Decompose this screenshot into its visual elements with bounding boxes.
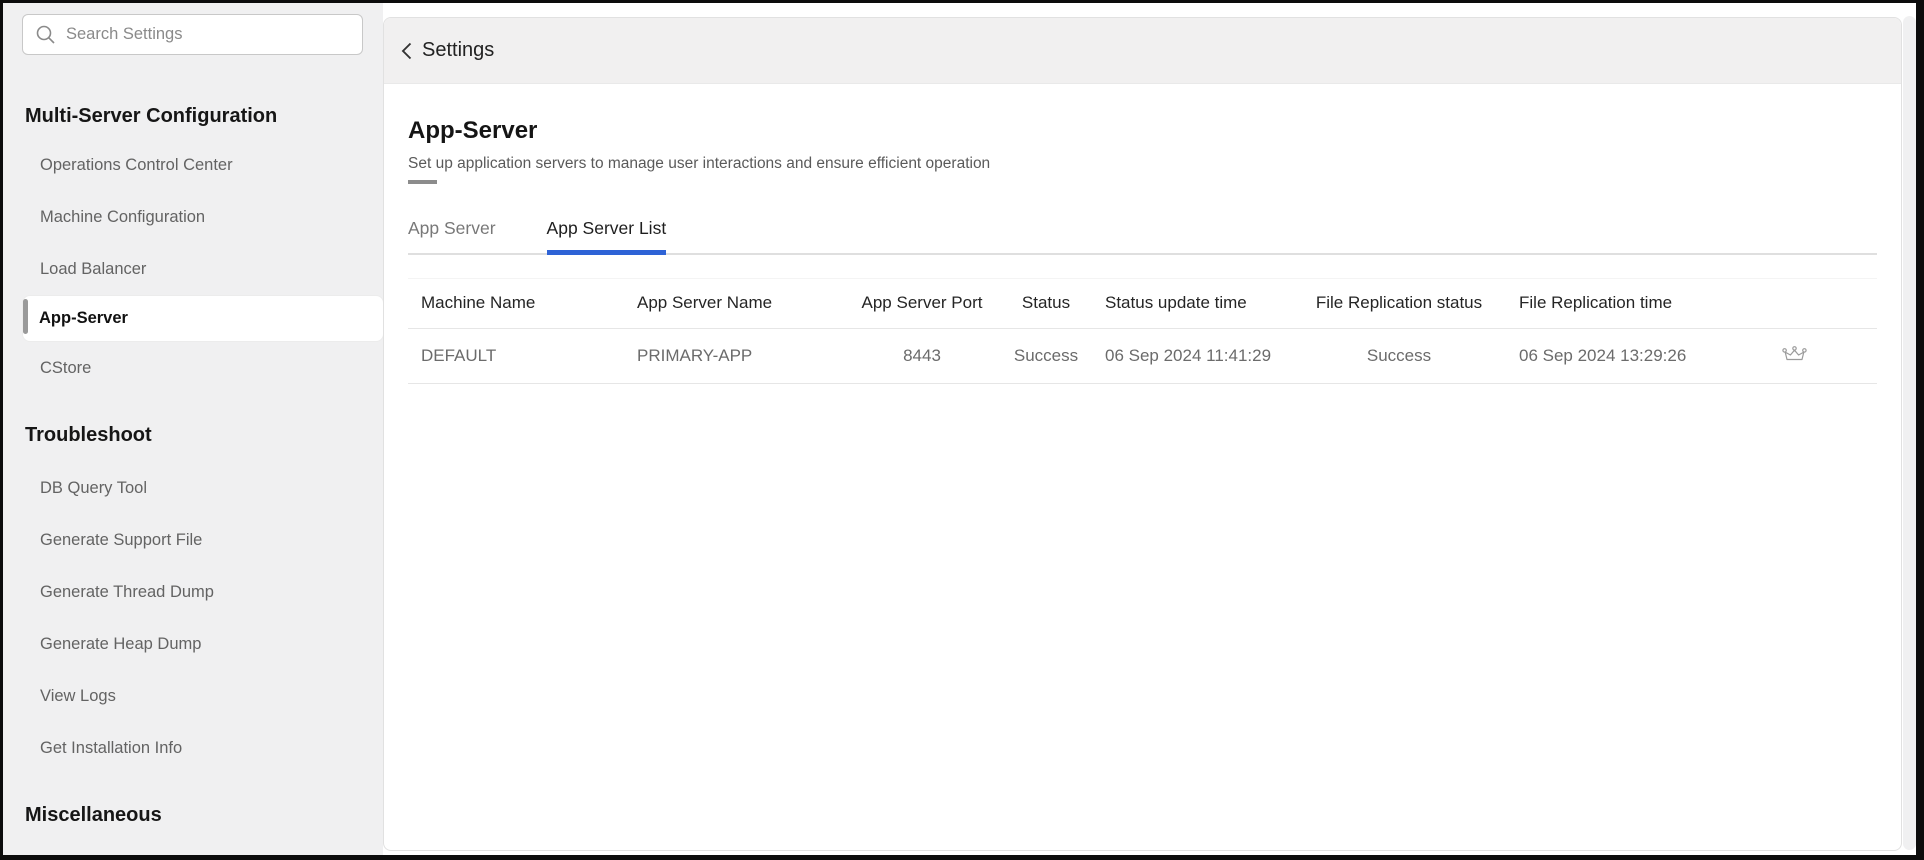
sidebar-item-generate-thread-dump[interactable]: Generate Thread Dump [3,566,383,618]
column-header-app-server-port[interactable]: App Server Port [844,277,1000,329]
cell-app-server-port: 8443 [844,328,1000,384]
sidebar-item-label: Generate Heap Dump [40,634,202,653]
column-header-primary-indicator[interactable] [1712,277,1877,329]
column-header-file-replication-time[interactable]: File Replication time [1506,277,1712,329]
sidebar-item-label: View Logs [40,686,116,705]
tab-app-server[interactable]: App Server [408,218,496,253]
back-chevron-icon [401,42,412,59]
cell-file-replication-time: 06 Sep 2024 13:29:26 [1506,328,1712,384]
sidebar-item-get-installation-info[interactable]: Get Installation Info [3,722,383,774]
search-input[interactable] [66,25,350,44]
sidebar-item-view-logs[interactable]: View Logs [3,670,383,722]
back-button-label: Settings [422,39,495,61]
sidebar-item-label: Generate Support File [40,530,203,549]
sidebar-sections: Multi-Server Configuration Operations Con… [3,103,383,828]
card-header: Settings [384,18,1901,84]
vertical-scrollbar[interactable] [1903,16,1916,850]
sidebar-item-operations-control-center[interactable]: Operations Control Center [3,139,383,191]
sidebar-item-label: Load Balancer [40,259,147,278]
sidebar-item-label: App-Server [39,309,128,327]
column-header-status[interactable]: Status [1000,277,1092,329]
search-box[interactable] [22,14,363,55]
sidebar-item-generate-heap-dump[interactable]: Generate Heap Dump [3,618,383,670]
sidebar-item-db-query-tool[interactable]: DB Query Tool [3,462,383,514]
sidebar-item-app-server[interactable]: App-Server [22,295,383,342]
cell-app-server-name: PRIMARY-APP [624,328,844,384]
back-button[interactable]: Settings [400,39,494,62]
sidebar-section-title-miscellaneous: Miscellaneous [25,804,162,826]
cell-status: Success [1000,328,1092,384]
primary-server-indicator [1781,345,1808,367]
selected-indicator-bar [23,299,28,334]
title-accent-bar [408,180,437,184]
page-subtitle: Set up application servers to manage use… [408,155,991,172]
cell-machine-name: DEFAULT [408,328,624,384]
app-window: Multi-Server Configuration Operations Con… [3,3,1916,855]
page-title: App-Server [408,117,538,144]
table-row: DEFAULT PRIMARY-APP 8443 Success 06 Sep 2024… [408,328,1877,384]
cell-primary-indicator [1712,328,1877,384]
settings-sidebar: Multi-Server Configuration Operations Con… [3,3,383,855]
tab-app-server-list[interactable]: App Server List [546,218,666,255]
sidebar-item-label: Machine Configuration [40,207,206,226]
sidebar-item-machine-configuration[interactable]: Machine Configuration [3,191,383,243]
column-header-status-update-time[interactable]: Status update time [1092,277,1292,329]
tab-bar: App Server App Server List [408,218,1877,255]
app-server-table: Machine Name App Server Name App Server Po… [408,277,1877,384]
sidebar-item-label: Operations Control Center [40,155,233,174]
search-icon [36,25,55,44]
cell-file-replication-status: Success [1292,328,1506,384]
sidebar-item-label: Get Installation Info [40,738,183,757]
column-header-app-server-name[interactable]: App Server Name [624,277,844,329]
sidebar-item-label: DB Query Tool [40,478,147,497]
sidebar-section-title-troubleshoot: Troubleshoot [25,424,152,446]
settings-card: Settings App-Server Set up application s… [383,17,1902,851]
crown-icon [1782,345,1807,360]
main-area: Settings App-Server Set up application s… [383,3,1916,855]
sidebar-item-cstore[interactable]: CStore [3,342,383,394]
sidebar-item-generate-support-file[interactable]: Generate Support File [3,514,383,566]
cell-status-update-time: 06 Sep 2024 11:41:29 [1092,328,1292,384]
sidebar-item-load-balancer[interactable]: Load Balancer [3,243,383,295]
sidebar-section-title-multi-server-configuration: Multi-Server Configuration [25,105,278,127]
card-body: App-Server Set up application servers to… [384,84,1901,850]
sidebar-item-label: Generate Thread Dump [40,582,214,601]
sidebar-item-label: CStore [40,358,92,377]
column-header-machine-name[interactable]: Machine Name [408,277,624,329]
column-header-file-replication-status[interactable]: File Replication status [1292,277,1506,329]
table-header-row: Machine Name App Server Name App Server Po… [408,277,1877,329]
